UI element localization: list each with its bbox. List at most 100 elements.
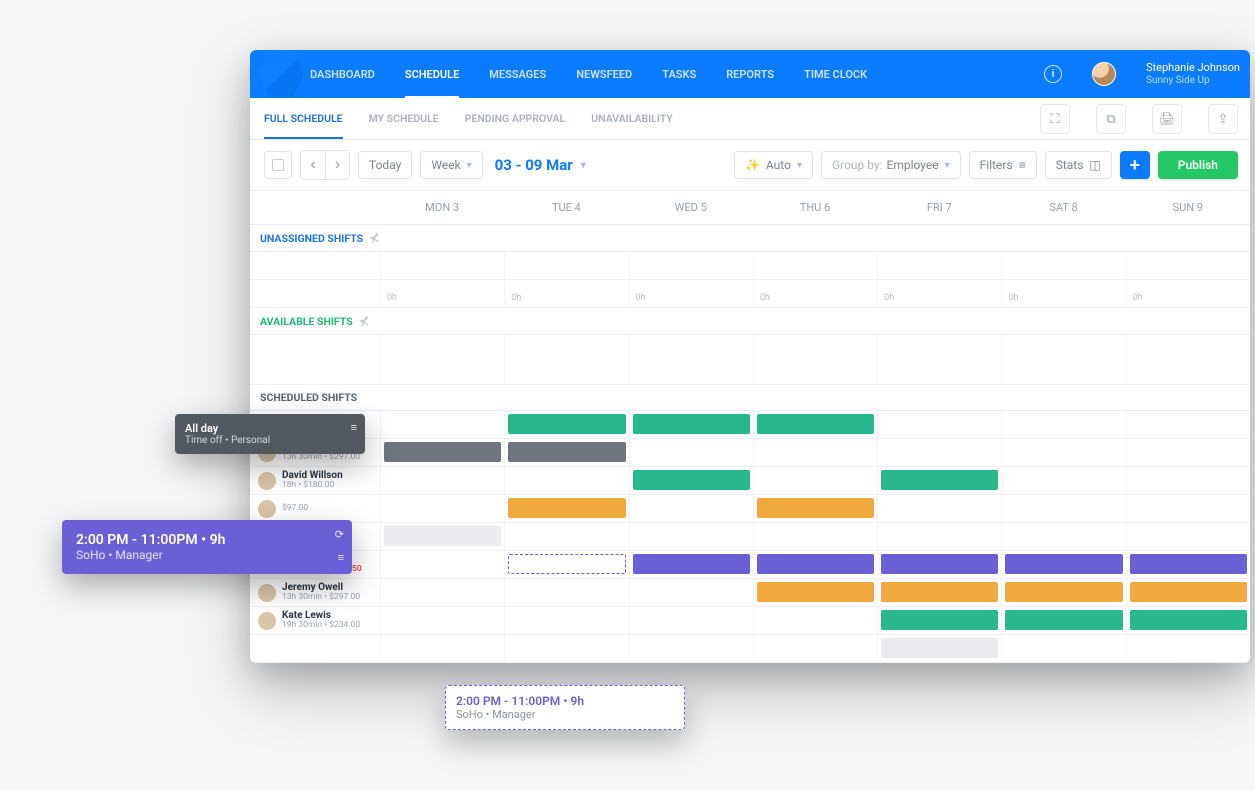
calendar-cell[interactable] [629, 551, 753, 578]
calendar-cell[interactable] [380, 607, 504, 634]
calendar-cell[interactable] [380, 579, 504, 606]
shift-block[interactable] [1005, 582, 1122, 602]
shift-block[interactable] [757, 582, 874, 602]
calendar-cell[interactable] [380, 523, 504, 550]
calendar-cell[interactable] [877, 523, 1001, 550]
nav-messages[interactable]: Messages [489, 68, 546, 81]
calendar-cell[interactable] [877, 495, 1001, 522]
calendar-cell[interactable] [1126, 523, 1250, 550]
shift-block[interactable] [1130, 554, 1247, 574]
calendar-cell[interactable] [1001, 439, 1125, 466]
shift-block[interactable] [508, 442, 625, 462]
shift-block[interactable] [384, 442, 501, 462]
calendar-cell[interactable] [877, 439, 1001, 466]
shift-block[interactable] [881, 554, 998, 574]
help-icon[interactable]: i [1044, 65, 1062, 83]
shift-block[interactable] [508, 498, 625, 518]
calendar-cell[interactable] [629, 467, 753, 494]
shift-block[interactable] [508, 414, 625, 434]
employee-cell[interactable]: David Willson18h • $180.00 [250, 467, 380, 494]
calendar-cell[interactable] [753, 523, 877, 550]
tab-my-schedule[interactable]: My Schedule [369, 112, 439, 125]
calendar-cell[interactable] [629, 439, 753, 466]
copy-icon[interactable]: ⧉ [1096, 104, 1126, 134]
calendar-cell[interactable] [753, 439, 877, 466]
calendar-cell[interactable] [1001, 579, 1125, 606]
filters-button[interactable]: Filters ≡ [969, 151, 1037, 179]
calendar-cell[interactable] [877, 467, 1001, 494]
calendar-cell[interactable] [1126, 495, 1250, 522]
pin-icon[interactable]: ⊀ [369, 231, 379, 245]
auto-fill[interactable]: ✨ Auto ▾ [734, 151, 813, 179]
calendar-cell[interactable] [1126, 551, 1250, 578]
prev-period[interactable]: ‹ [301, 151, 325, 179]
date-range[interactable]: 03 - 09 Mar ▾ [495, 156, 586, 174]
tab-pending-approval[interactable]: Pending Approval [465, 112, 566, 125]
calendar-cell[interactable] [877, 607, 1001, 634]
shift-block[interactable] [881, 638, 998, 658]
calendar-cell[interactable] [1001, 523, 1125, 550]
calendar-cell[interactable] [1001, 467, 1125, 494]
nav-reports[interactable]: Reports [726, 68, 774, 81]
group-by[interactable]: Group by: Employee ▾ [821, 151, 961, 179]
nav-dashboard[interactable]: Dashboard [310, 68, 375, 81]
calendar-cell[interactable] [1126, 579, 1250, 606]
nav-schedule[interactable]: Schedule [405, 68, 459, 81]
calendar-cell[interactable] [629, 579, 753, 606]
calendar-cell[interactable] [629, 523, 753, 550]
calendar-cell[interactable] [504, 467, 628, 494]
calendar-cell[interactable] [1126, 439, 1250, 466]
calendar-cell[interactable] [629, 495, 753, 522]
shift-block[interactable] [508, 554, 625, 574]
calendar-cell[interactable] [504, 495, 628, 522]
calendar-cell[interactable] [753, 579, 877, 606]
stats-button[interactable]: Stats ◫ [1045, 151, 1112, 179]
tab-full-schedule[interactable]: Full Schedule [264, 112, 343, 125]
calendar-cell[interactable] [753, 467, 877, 494]
calendar-cell[interactable] [1001, 551, 1125, 578]
calendar-cell[interactable] [1126, 607, 1250, 634]
shift-block[interactable] [1130, 610, 1247, 630]
pin-icon[interactable]: ⊀ [359, 314, 369, 328]
calendar-cell[interactable] [380, 551, 504, 578]
print-icon[interactable]: 🖨 [1152, 104, 1182, 134]
publish-button[interactable]: Publish [1158, 151, 1238, 179]
shift-block[interactable] [1005, 610, 1122, 630]
shift-block[interactable] [633, 414, 750, 434]
shift-block[interactable] [1130, 582, 1247, 602]
calendar-cell[interactable] [504, 551, 628, 578]
nav-tasks[interactable]: Tasks [662, 68, 696, 81]
shift-block[interactable] [757, 414, 874, 434]
calendar-cell[interactable] [753, 607, 877, 634]
employee-cell[interactable]: $97.00 [250, 495, 380, 522]
shift-block[interactable] [757, 498, 874, 518]
calendar-cell[interactable] [504, 607, 628, 634]
calendar-cell[interactable] [1126, 467, 1250, 494]
shift-block[interactable] [881, 582, 998, 602]
shift-block[interactable] [633, 470, 750, 490]
calendar-cell[interactable] [877, 551, 1001, 578]
fullscreen-icon[interactable]: ⛶ [1040, 104, 1070, 134]
calendar-cell[interactable] [753, 495, 877, 522]
calendar-cell[interactable] [504, 523, 628, 550]
calendar-cell[interactable] [380, 439, 504, 466]
employee-cell[interactable]: Jeremy Owell13h 30min • $297.00 [250, 579, 380, 606]
calendar-cell[interactable] [1001, 607, 1125, 634]
period-picker[interactable]: Week ▾ [420, 151, 482, 179]
calendar-cell[interactable] [1001, 495, 1125, 522]
nav-time-clock[interactable]: Time Clock [804, 68, 867, 81]
timeoff-popover[interactable]: ≡ All day Time off • Personal [175, 414, 365, 454]
calendar-cell[interactable] [753, 551, 877, 578]
export-icon[interactable]: ⇪ [1208, 104, 1238, 134]
shift-block[interactable] [1005, 554, 1122, 574]
add-shift-button[interactable]: + [1120, 151, 1150, 179]
ghost-shift-card[interactable]: 2:00 PM - 11:00PM • 9h SoHo • Manager [445, 685, 685, 730]
calendar-cell[interactable] [504, 579, 628, 606]
calendar-cell[interactable] [504, 439, 628, 466]
nav-newsfeed[interactable]: Newsfeed [576, 68, 632, 81]
tab-unavailability[interactable]: Unavailability [591, 112, 672, 125]
shift-block[interactable] [384, 526, 501, 546]
today-button[interactable]: Today [358, 151, 412, 179]
shift-block[interactable] [757, 554, 874, 574]
shift-block[interactable] [881, 470, 998, 490]
